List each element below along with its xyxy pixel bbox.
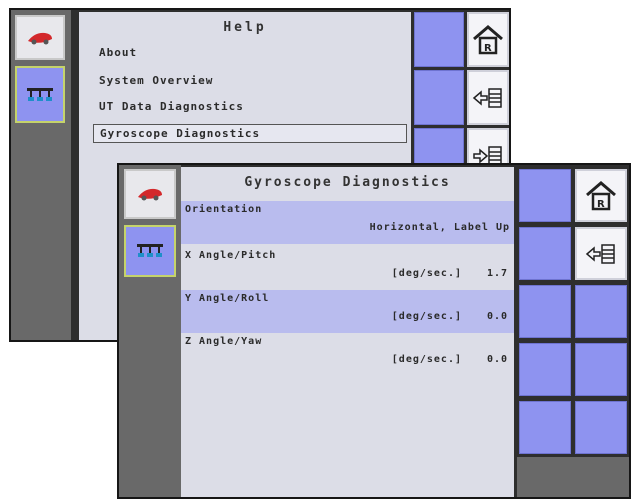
back-arrow-list-icon xyxy=(585,243,615,264)
gyro-softkey-5[interactable] xyxy=(519,343,571,396)
z-angle-label: Z Angle/Yaw xyxy=(185,336,263,347)
help-machine-tab[interactable] xyxy=(15,15,65,60)
x-angle-label: X Angle/Pitch xyxy=(185,250,277,261)
x-angle-unit: [deg/sec.] xyxy=(391,268,462,279)
y-angle-unit: [deg/sec.] xyxy=(391,311,462,322)
gyro-back-softkey[interactable] xyxy=(575,227,627,280)
help-item-ut-data-diagnostics[interactable]: UT Data Diagnostics xyxy=(99,100,244,113)
home-icon: R xyxy=(473,24,503,54)
z-angle-row: Z Angle/Yaw [deg/sec.] 0.0 xyxy=(181,333,514,376)
home-icon: R xyxy=(586,180,616,210)
help-softkey-2[interactable] xyxy=(414,70,464,125)
gyro-softkey-4[interactable] xyxy=(575,285,627,338)
help-item-about[interactable]: About xyxy=(99,46,137,59)
help-back-softkey[interactable] xyxy=(467,70,509,125)
gyro-home-softkey[interactable]: R xyxy=(575,169,627,222)
y-angle-row: Y Angle/Roll [deg/sec.] 0.0 xyxy=(181,290,514,333)
help-boom-tab[interactable] xyxy=(15,66,65,123)
help-title: Help xyxy=(223,20,267,35)
z-angle-value: 0.0 xyxy=(486,354,508,365)
sprayer-machine-icon xyxy=(28,32,52,44)
help-softkey-1[interactable] xyxy=(414,12,464,67)
gyro-softkey-6[interactable] xyxy=(575,343,627,396)
orientation-label: Orientation xyxy=(185,204,263,215)
boom-spray-icon xyxy=(137,244,163,257)
sprayer-machine-icon xyxy=(138,188,162,201)
x-angle-row: X Angle/Pitch [deg/sec.] 1.7 xyxy=(181,247,514,290)
svg-text:R: R xyxy=(597,199,605,210)
gyro-content: Gyroscope Diagnostics Orientation Horizo… xyxy=(181,167,514,497)
gyro-softkey-7[interactable] xyxy=(519,401,571,454)
y-angle-label: Y Angle/Roll xyxy=(185,293,270,304)
gyro-screen: Gyroscope Diagnostics Orientation Horizo… xyxy=(117,163,631,499)
help-item-gyroscope-diagnostics[interactable]: Gyroscope Diagnostics xyxy=(93,124,407,143)
gyro-title: Gyroscope Diagnostics xyxy=(244,175,451,190)
orientation-row: Orientation Horizontal, Label Up xyxy=(181,201,514,244)
y-angle-value: 0.0 xyxy=(486,311,508,322)
gyro-softkey-1[interactable] xyxy=(519,169,571,222)
help-item-system-overview[interactable]: System Overview xyxy=(99,74,213,87)
x-angle-value: 1.7 xyxy=(486,268,508,279)
gyro-softkey-3[interactable] xyxy=(519,285,571,338)
gyro-boom-tab[interactable] xyxy=(124,225,176,277)
gyro-softkey-footer xyxy=(517,457,629,497)
boom-spray-icon xyxy=(27,87,53,101)
orientation-value: Horizontal, Label Up xyxy=(369,222,510,233)
gyro-softkey-8[interactable] xyxy=(575,401,627,454)
gyro-softkey-2[interactable] xyxy=(519,227,571,280)
back-arrow-list-icon xyxy=(472,87,502,108)
gyro-machine-tab[interactable] xyxy=(124,169,176,219)
z-angle-unit: [deg/sec.] xyxy=(391,354,462,365)
help-home-softkey[interactable]: R xyxy=(467,12,509,67)
svg-text:R: R xyxy=(484,43,492,54)
